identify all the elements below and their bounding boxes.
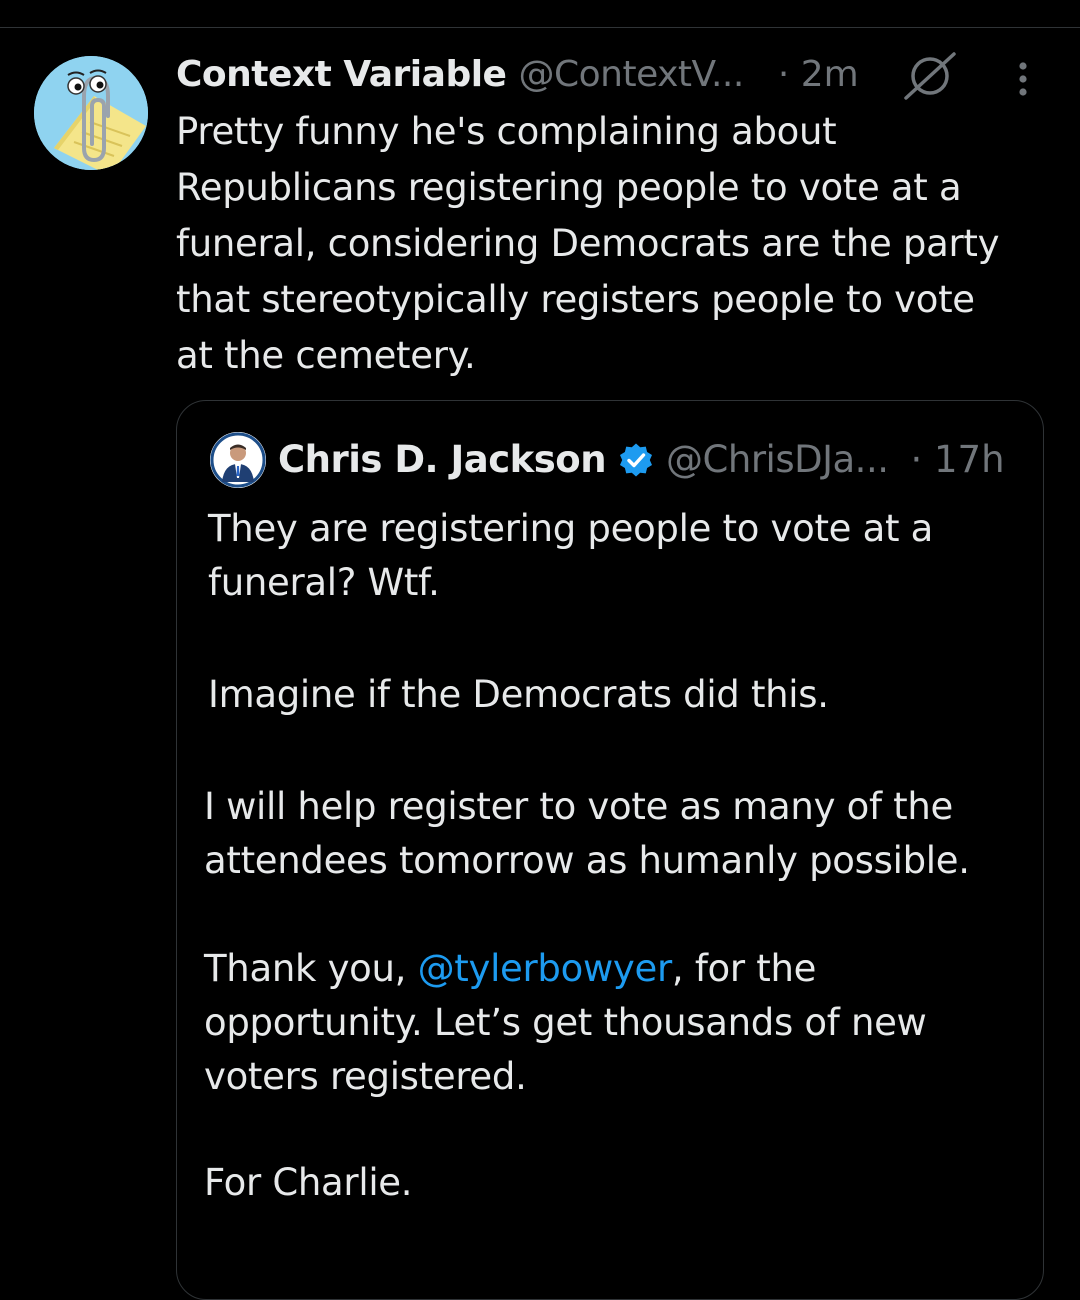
quoted-line: opportunity. Let’s get thousands of new: [204, 1001, 927, 1044]
grok-icon[interactable]: [904, 52, 956, 100]
quoted-line: They are registering people to vote at a: [208, 507, 934, 550]
quoted-author-avatar: [210, 432, 266, 488]
tweet-text: Pretty funny he's complaining about Repu…: [176, 110, 1000, 377]
author-avatar[interactable]: [34, 56, 148, 170]
quoted-tweet-timestamp: · 17h: [910, 438, 1005, 481]
quoted-line: attendees tomorrow as humanly possible.: [204, 839, 970, 882]
tweet-timestamp[interactable]: · 2m: [778, 52, 859, 98]
quoted-author-handle: @ChrisDJa...: [666, 438, 889, 481]
quoted-text-segment: Thank you,: [204, 947, 418, 990]
quoted-paragraph-1: They are registering people to vote at a…: [208, 502, 1028, 610]
quoted-line: Imagine if the Democrats did this.: [208, 673, 829, 716]
paperclip-avatar-icon: [34, 56, 148, 170]
author-display-name[interactable]: Context Variable: [176, 52, 507, 98]
quoted-line: funeral? Wtf.: [208, 561, 440, 604]
quoted-paragraph-2: Imagine if the Democrats did this.: [208, 668, 1028, 722]
quoted-line: Thank you, @tylerbowyer, for the: [204, 942, 1024, 996]
quoted-tweet-header: Chris D. Jackson @ChrisDJa... · 17h: [278, 436, 1038, 484]
quoted-line: For Charlie.: [204, 1161, 413, 1204]
more-options-icon[interactable]: [1008, 58, 1038, 100]
quoted-text-segment: , for the: [671, 947, 817, 990]
mention-link-tylerbowyer[interactable]: @tylerbowyer: [418, 947, 673, 990]
quoted-author-display-name: Chris D. Jackson: [278, 438, 607, 481]
quoted-paragraph-3: I will help register to vote as many of …: [204, 780, 1024, 888]
top-divider: [0, 27, 1080, 28]
quoted-paragraph-5: For Charlie.: [204, 1156, 1024, 1210]
person-photo-icon: [210, 432, 266, 488]
verified-badge-icon: [620, 443, 653, 477]
author-handle[interactable]: @ContextV...: [518, 52, 744, 98]
quoted-paragraph-4: Thank you, @tylerbowyer, for the opportu…: [204, 942, 1024, 1104]
quoted-line: I will help register to vote as many of …: [204, 785, 953, 828]
quoted-line: voters registered.: [204, 1055, 527, 1098]
